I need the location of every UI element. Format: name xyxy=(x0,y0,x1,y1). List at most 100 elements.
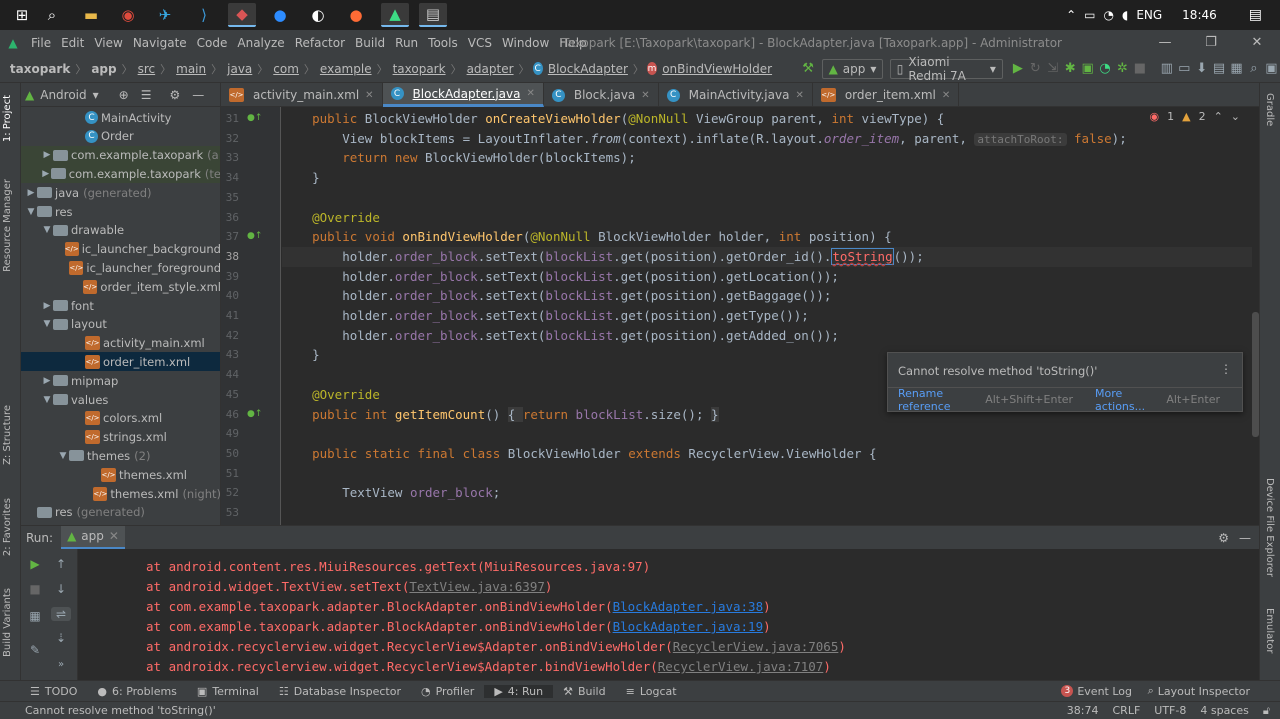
menu-edit[interactable]: Edit xyxy=(56,36,89,50)
lock-icon[interactable]: 🔓︎ xyxy=(1263,704,1270,718)
scroll-down-icon[interactable]: ↓ xyxy=(51,582,71,596)
search-icon[interactable]: ⌕ xyxy=(38,3,66,27)
network-icon[interactable]: ◔ xyxy=(1104,8,1114,22)
tree-item[interactable]: ▼ res xyxy=(21,202,220,221)
tree-item[interactable]: </> activity_main.xml xyxy=(21,334,220,353)
breadcrumb-example[interactable]: example xyxy=(318,62,374,76)
app-icon-2[interactable]: ◐ xyxy=(304,3,332,27)
profile-icon[interactable]: ◔ xyxy=(1096,58,1113,80)
tree-item[interactable]: ▶ java (generated) xyxy=(21,183,220,202)
layout-icon[interactable]: ▦ xyxy=(25,609,45,623)
project-view-select[interactable]: Android xyxy=(40,88,86,102)
attach-debugger-icon[interactable]: ✲ xyxy=(1114,58,1131,80)
rerun-icon[interactable]: ▶ xyxy=(25,557,45,571)
stacktrace-link[interactable]: BlockAdapter.java:38 xyxy=(613,599,764,614)
hide-icon[interactable]: — xyxy=(1239,531,1251,545)
tree-item[interactable]: C Order xyxy=(21,127,220,146)
language-indicator[interactable]: ENG xyxy=(1136,8,1162,22)
structure-tab[interactable]: Z: Structure xyxy=(2,405,13,465)
volume-icon[interactable]: ◖ xyxy=(1122,8,1128,22)
scrollbar-thumb[interactable] xyxy=(1252,312,1259,437)
bottom-tab[interactable]: ● 6: Problems xyxy=(87,685,187,698)
editor-tab[interactable]: C BlockAdapter.java ✕ xyxy=(382,83,544,107)
android-studio-icon[interactable]: ▲ xyxy=(381,3,409,27)
tree-item[interactable]: </> ic_launcher_background xyxy=(21,240,220,259)
layout-inspector-tab[interactable]: ⌕ Layout Inspector xyxy=(1148,684,1250,698)
gear-icon[interactable]: ⚙ xyxy=(170,88,181,102)
sdk-manager-icon[interactable]: ⬇ xyxy=(1193,58,1210,80)
breadcrumb-app[interactable]: app xyxy=(89,62,118,76)
menu-code[interactable]: Code xyxy=(192,36,233,50)
menu-build[interactable]: Build xyxy=(350,36,390,50)
stop-icon[interactable]: ■ xyxy=(1131,58,1148,80)
clock[interactable]: 18:46 xyxy=(1182,8,1217,22)
close-tab-icon[interactable]: ✕ xyxy=(526,88,534,99)
breadcrumb-onbindviewholder[interactable]: onBindViewHolder xyxy=(660,62,774,76)
tree-item[interactable]: ▶ com.example.taxopark (te xyxy=(21,164,220,184)
avd-manager-icon[interactable]: ▭ xyxy=(1176,58,1193,80)
device-select[interactable]: ▯ Xiaomi Redmi 7A ▾ xyxy=(889,55,1003,83)
expand-arrow-icon[interactable]: ▼ xyxy=(41,225,53,235)
tree-item[interactable]: </> themes.xml xyxy=(21,465,220,484)
project-structure-icon[interactable]: ▦ xyxy=(1228,58,1245,80)
tree-item[interactable]: ▶ font xyxy=(21,296,220,315)
emulator-tab[interactable]: Emulator xyxy=(1264,608,1275,653)
expand-arrow-icon[interactable]: ▶ xyxy=(41,301,53,311)
more-icon[interactable]: » xyxy=(51,659,71,670)
tree-item[interactable]: </> strings.xml xyxy=(21,428,220,447)
collapse-all-icon[interactable]: ☰ xyxy=(141,88,152,102)
battery-icon[interactable]: ▭ xyxy=(1084,8,1095,22)
indent-setting[interactable]: 4 spaces xyxy=(1200,704,1249,718)
tree-item[interactable]: </> colors.xml xyxy=(21,409,220,428)
postman-icon[interactable]: ● xyxy=(342,3,370,27)
tree-item[interactable]: ▼ drawable xyxy=(21,221,220,240)
run-tab-app[interactable]: ▲ app ✕ xyxy=(61,525,125,550)
stacktrace-link[interactable]: RecyclerView.java:7065 xyxy=(673,639,839,654)
run-icon[interactable]: ▶ xyxy=(1009,58,1026,80)
file-explorer-icon[interactable]: ▬ xyxy=(77,3,105,27)
line-separator[interactable]: CRLF xyxy=(1113,704,1141,718)
hammer-icon[interactable]: ⚒ xyxy=(799,58,816,80)
tree-item[interactable]: </> ic_launcher_foreground xyxy=(21,258,220,277)
settings-sync-icon[interactable]: ▣ xyxy=(1263,58,1280,80)
breadcrumb-com[interactable]: com xyxy=(271,62,301,76)
hide-icon[interactable]: — xyxy=(192,88,204,102)
vscode-icon[interactable]: ⟩ xyxy=(190,3,218,27)
close-tab-icon[interactable]: ✕ xyxy=(795,90,803,101)
expand-arrow-icon[interactable]: ▼ xyxy=(25,207,37,217)
coverage-icon[interactable]: ▣ xyxy=(1079,58,1096,80)
menu-file[interactable]: File xyxy=(26,36,56,50)
expand-arrow-icon[interactable]: ▶ xyxy=(41,150,53,160)
run-console[interactable]: at android.content.res.MiuiResources.get… xyxy=(78,549,1259,680)
menu-vcs[interactable]: VCS xyxy=(463,36,497,50)
apply-changes-icon[interactable]: ↻ xyxy=(1027,58,1044,80)
editor-tab[interactable]: </> activity_main.xml ✕ xyxy=(221,83,383,107)
tree-item[interactable]: ▼ layout xyxy=(21,315,220,334)
search-everywhere-icon[interactable]: ⌕ xyxy=(1245,58,1262,80)
rename-reference-link[interactable]: Rename reference xyxy=(898,387,977,413)
layout-inspector-icon[interactable]: ▤ xyxy=(1210,58,1227,80)
close-tab-icon[interactable]: ✕ xyxy=(109,529,119,543)
close-tab-icon[interactable]: ✕ xyxy=(365,90,373,101)
stacktrace-link[interactable]: TextView.java:6397 xyxy=(409,579,544,594)
stop-icon[interactable]: ■ xyxy=(25,582,45,596)
close-tab-icon[interactable]: ✕ xyxy=(641,90,649,101)
notepad-icon[interactable]: ▤ xyxy=(419,3,447,27)
tree-item[interactable]: </> order_item.xml xyxy=(21,352,220,372)
bottom-tab[interactable]: ⚒ Build xyxy=(553,685,616,698)
menu-tools[interactable]: Tools xyxy=(423,36,463,50)
menu-run[interactable]: Run xyxy=(390,36,423,50)
caret-position[interactable]: 38:74 xyxy=(1067,704,1099,718)
expand-arrow-icon[interactable]: ▼ xyxy=(41,395,53,405)
more-actions-link[interactable]: More actions... xyxy=(1095,387,1158,413)
bottom-tab[interactable]: ▣ Terminal xyxy=(187,685,269,698)
expand-arrow-icon[interactable]: ▼ xyxy=(57,451,69,461)
windows-start-icon[interactable]: ⊞ xyxy=(8,3,36,27)
breadcrumb-blockadapter[interactable]: BlockAdapter xyxy=(546,62,630,76)
soft-wrap-icon[interactable]: ⇌ xyxy=(51,607,71,621)
bottom-tab[interactable]: ☰ TODO xyxy=(20,685,87,698)
tree-item[interactable]: ▶ com.example.taxopark (a xyxy=(21,145,220,165)
debug-icon[interactable]: ✱ xyxy=(1061,58,1078,80)
gear-icon[interactable]: ⚙ xyxy=(1218,531,1229,545)
editor-tab[interactable]: C MainActivity.java ✕ xyxy=(659,83,813,107)
